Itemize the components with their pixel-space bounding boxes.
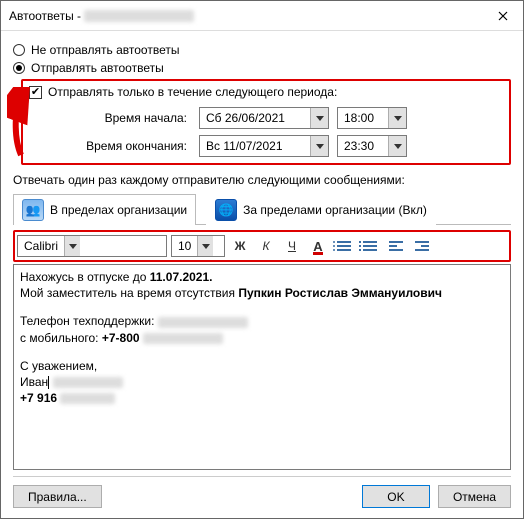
reply-each-label: Отвечать один раз каждому отправителю сл… [13,173,511,187]
msg-blank [20,346,504,358]
cancel-button[interactable]: Отмена [438,485,511,508]
font-color-button[interactable]: А [307,235,329,257]
autoresponder-dialog: Автоответы - Не отправлять автоответы От… [0,0,524,519]
font-family-value: Calibri [18,239,64,253]
start-date-value: Сб 26/06/2021 [200,111,310,125]
indent-button[interactable] [411,235,433,257]
blurred-text [158,317,248,328]
italic-button[interactable]: К [255,235,277,257]
msg-line: Нахожусь в отпуске до 11.07.2021. [20,269,504,285]
title-account-blurred [84,10,194,22]
blurred-text [143,333,223,344]
dialog-footer: Правила... OK Отмена [13,476,511,508]
period-checkbox-label: Отправлять только в течение следующего п… [48,85,337,99]
font-size-combo[interactable]: 10 [171,235,225,257]
bullet-list-button[interactable] [333,235,355,257]
period-highlight-box: ✔ Отправлять только в течение следующего… [21,79,511,165]
close-button[interactable] [483,1,523,31]
font-size-value: 10 [172,239,197,253]
font-family-combo[interactable]: Calibri [17,235,167,257]
tab-inside-label: В пределах организации [50,203,187,217]
format-highlight-box: Calibri 10 Ж К Ч А [13,230,511,262]
radio-send[interactable]: Отправлять автоответы [13,61,511,75]
msg-line: С уважением, [20,358,504,374]
outdent-button[interactable] [385,235,407,257]
start-time-label: Время начала: [83,111,191,125]
start-time-combo[interactable]: 18:00 [337,107,407,129]
text-cursor [48,376,49,389]
window-title: Автоответы - [9,9,483,23]
radio-no-send[interactable]: Не отправлять автоответы [13,43,511,57]
bold-button[interactable]: Ж [229,235,251,257]
msg-line: +7 916 [20,390,504,406]
end-date-value: Вс 11/07/2021 [200,139,310,153]
people-icon [22,199,44,221]
chevron-down-icon [310,136,328,156]
radio-icon [13,44,25,56]
radio-send-label: Отправлять автоответы [31,61,164,75]
tab-outside-org[interactable]: За пределами организации (Вкл) [206,194,436,225]
blurred-text [53,377,123,388]
period-checkbox-row[interactable]: ✔ Отправлять только в течение следующего… [29,85,337,99]
rules-button[interactable]: Правила... [13,485,102,508]
tab-outside-label: За пределами организации (Вкл) [243,203,427,217]
time-grid: Время начала: Сб 26/06/2021 18:00 Время … [83,107,503,157]
tab-inside-org[interactable]: В пределах организации [13,194,196,225]
chevron-down-icon [310,108,328,128]
number-list-button[interactable] [359,235,381,257]
blurred-text [60,393,115,404]
underline-button[interactable]: Ч [281,235,303,257]
end-time-value: 23:30 [338,139,388,153]
end-time-combo[interactable]: 23:30 [337,135,407,157]
radio-no-send-label: Не отправлять автоответы [31,43,179,57]
chevron-down-icon [388,136,406,156]
start-time-value: 18:00 [338,111,388,125]
dialog-body: Не отправлять автоответы Отправлять авто… [1,31,523,470]
titlebar: Автоответы - [1,1,523,31]
end-time-label: Время окончания: [83,139,191,153]
annotation-arrow [7,87,35,159]
message-editor[interactable]: Нахожусь в отпуске до 11.07.2021. Мой за… [13,264,511,470]
tabstrip: В пределах организации За пределами орга… [13,193,511,225]
title-prefix: Автоответы - [9,9,84,23]
msg-line: Мой заместитель на время отсутствия Пупк… [20,285,504,301]
msg-line: с мобильного: +7-800 [20,330,504,346]
format-toolbar: Calibri 10 Ж К Ч А [17,234,507,258]
msg-line: Телефон техподдержки: [20,313,504,329]
chevron-down-icon [64,236,80,256]
msg-blank [20,301,504,313]
radio-icon [13,62,25,74]
ok-button[interactable]: OK [362,485,430,508]
msg-line: Иван [20,374,504,390]
globe-icon [215,199,237,221]
chevron-down-icon [388,108,406,128]
chevron-down-icon [197,236,213,256]
start-date-combo[interactable]: Сб 26/06/2021 [199,107,329,129]
end-date-combo[interactable]: Вс 11/07/2021 [199,135,329,157]
